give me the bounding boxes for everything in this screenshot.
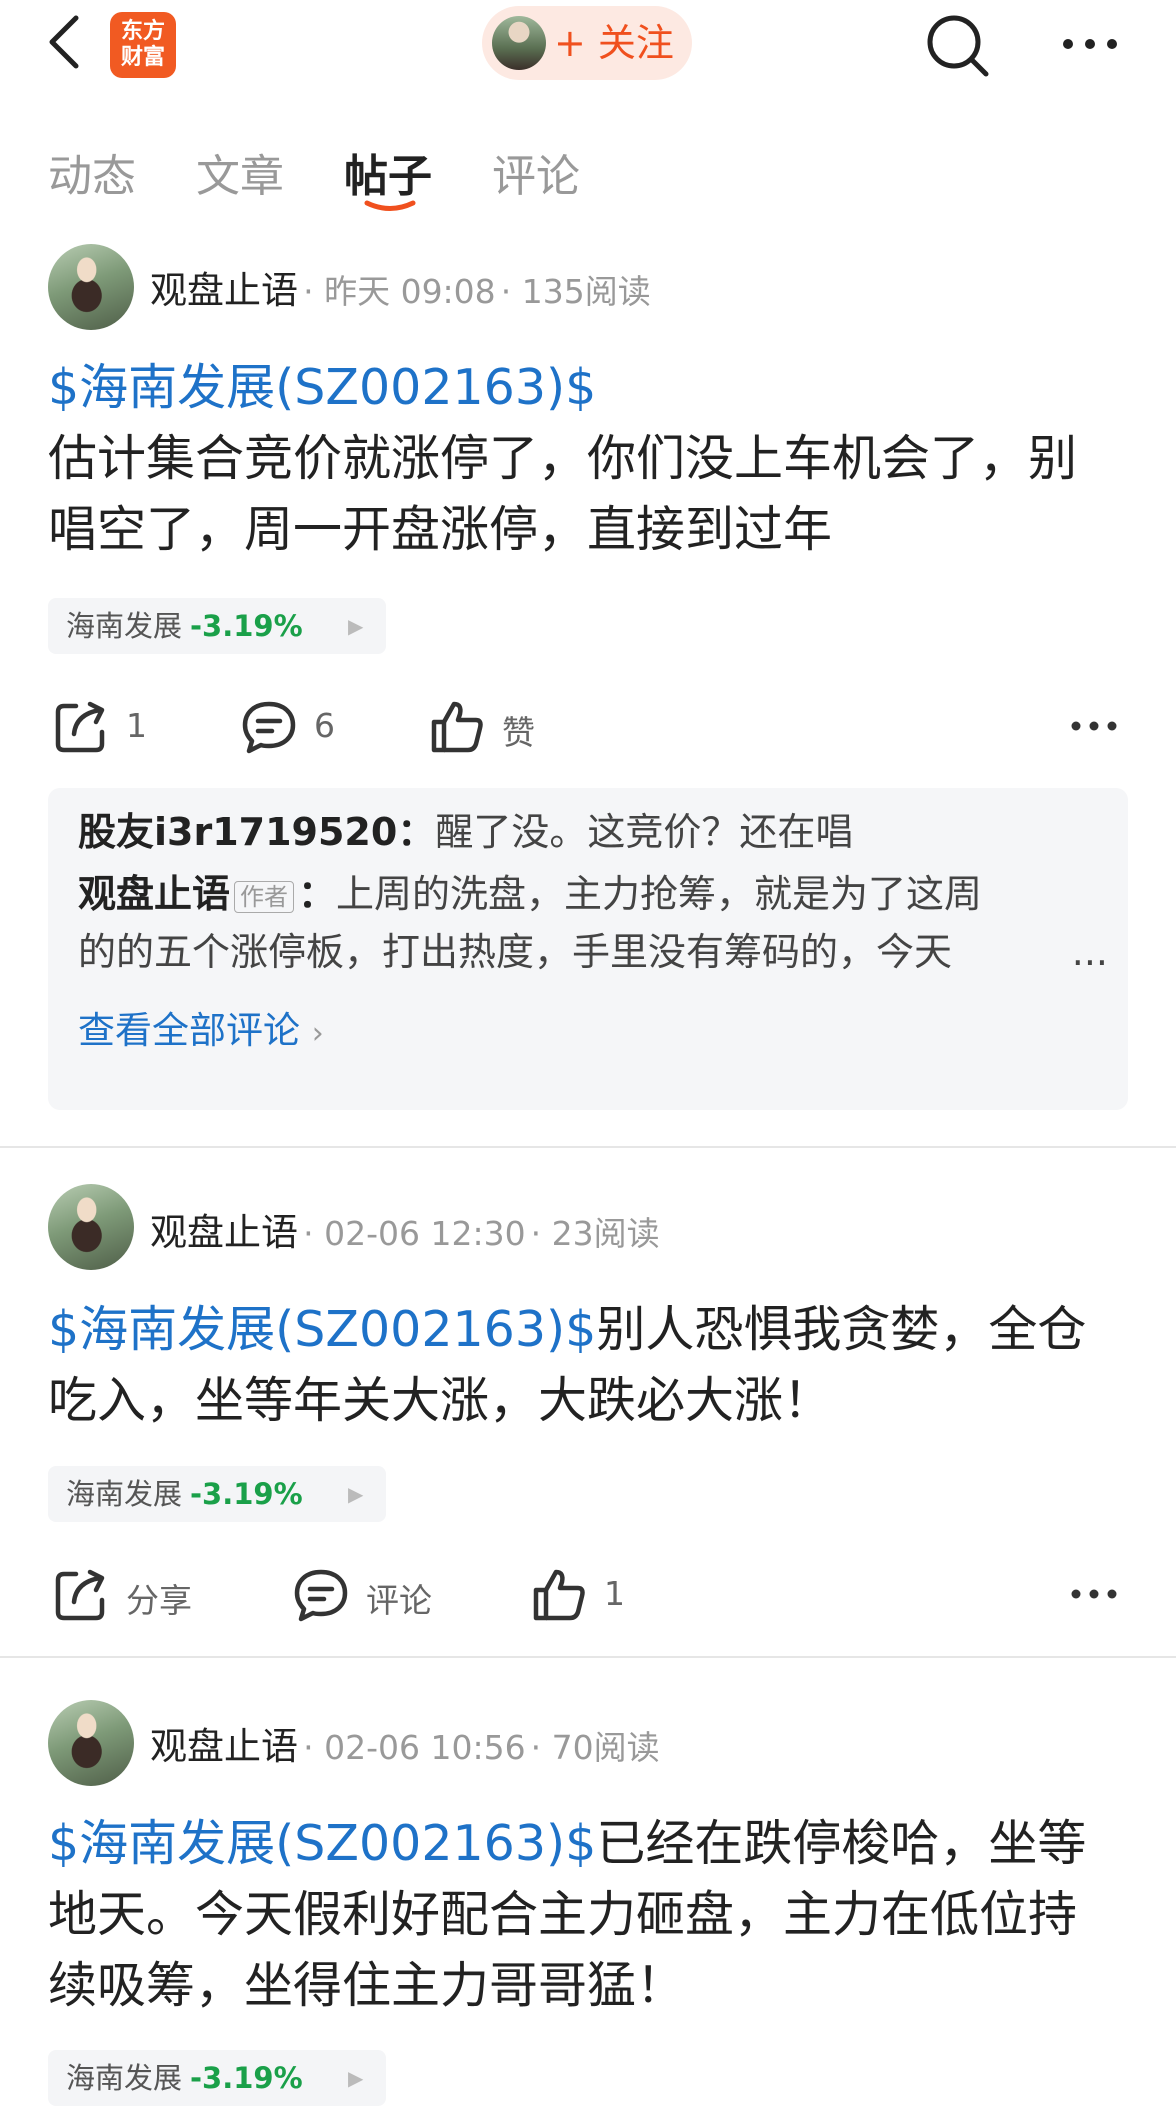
comment-button[interactable]: 6 xyxy=(240,692,360,762)
chip-change-pct: -3.19% xyxy=(190,609,303,643)
post-text-line: 地天。今天假利好配合主力砸盘，主力在低位持 xyxy=(48,1886,1078,1943)
post-text-line: 吃入，坐等年关大涨，大跌必大涨！ xyxy=(48,1372,833,1429)
author-name[interactable]: 观盘止语 xyxy=(150,269,298,312)
post-text: 别人恐惧我贪婪，全仓 xyxy=(596,1301,1087,1358)
back-icon[interactable] xyxy=(40,12,96,72)
comment-text: 上周的洗盘，主力抢筹，就是为了这周 xyxy=(336,872,983,916)
post-text: 已经在跌停梭哈，坐等 xyxy=(596,1815,1087,1872)
tab-articles[interactable]: 文章 xyxy=(196,140,284,204)
post-body[interactable]: $海南发展(SZ002163)$别人恐惧我贪婪，全仓 吃入，坐等年关大涨，大跌必… xyxy=(48,1294,1128,1436)
share-button[interactable]: 分享 xyxy=(52,1560,212,1630)
share-button[interactable]: 1 xyxy=(52,692,172,762)
thumbs-up-icon xyxy=(533,1569,585,1621)
view-all-comments-link[interactable]: 查看全部评论 › xyxy=(78,1000,324,1054)
comment-icon xyxy=(242,701,296,754)
logo-text-2: 财富 xyxy=(120,45,165,70)
search-icon[interactable] xyxy=(922,10,994,82)
comment-continuation: 的的五个涨停板，打出热度，手里没有筹码的，今天 ... xyxy=(78,924,1108,980)
read-count: 70阅读 xyxy=(551,1728,660,1767)
chip-arrow-icon: ▶ xyxy=(348,614,364,638)
post-text-line: 唱空了，周一开盘涨停，直接到过年 xyxy=(48,501,833,558)
ellipsis: ... xyxy=(1071,930,1108,974)
follow-button[interactable]: + 关注 xyxy=(482,6,692,80)
logo-text-1: 东方 xyxy=(120,19,165,44)
tab-posts[interactable]: 帖子 xyxy=(344,140,432,204)
commenter-name[interactable]: 股友i3r1719520 xyxy=(78,810,397,854)
share-count: 1 xyxy=(126,706,147,745)
like-button[interactable]: 赞 xyxy=(428,692,558,762)
thumbs-up-icon xyxy=(431,701,483,753)
tab-dynamics[interactable]: 动态 xyxy=(48,140,136,204)
author-name[interactable]: 观盘止语 xyxy=(150,1211,298,1254)
post-time: 02-06 10:56 xyxy=(324,1728,526,1767)
avatar[interactable] xyxy=(48,1700,134,1786)
action-bar: 1 6 赞 xyxy=(0,692,1176,762)
stock-chip[interactable]: 海南发展 -3.19% ▶ xyxy=(48,598,386,654)
post-time: 昨天 09:08 xyxy=(324,272,496,311)
author-name[interactable]: 观盘止语 xyxy=(150,1725,298,1768)
stock-chip[interactable]: 海南发展 -3.19% ▶ xyxy=(48,1466,386,1522)
post-time: 02-06 12:30 xyxy=(324,1214,526,1253)
post-body[interactable]: $海南发展(SZ002163)$ 估计集合竞价就涨停了，你们没上车机会了，别 唱… xyxy=(48,352,1128,565)
comment-count: 6 xyxy=(314,706,335,745)
avatar[interactable] xyxy=(48,1184,134,1270)
active-tab-indicator xyxy=(364,200,416,211)
comment-preview[interactable]: 股友i3r1719520：醒了没。这竞价？还在唱 观盘止语 作者 ：上周的洗盘，主力… xyxy=(48,788,1128,1110)
tab-comments[interactable]: 评论 xyxy=(492,140,580,204)
view-all-label: 查看全部评论 xyxy=(78,1009,300,1052)
commenter-name[interactable]: 观盘止语 xyxy=(78,872,230,916)
stock-link[interactable]: $海南发展(SZ002163)$ xyxy=(48,359,596,416)
post-card[interactable]: 观盘止语 · 02-06 12:30 · 23阅读 $海南发展(SZ002163… xyxy=(0,1180,1176,1640)
post-text-line: 估计集合竞价就涨停了，你们没上车机会了，别 xyxy=(48,430,1078,487)
like-label: 赞 xyxy=(502,713,535,752)
comment-text: 的的五个涨停板，打出热度，手里没有筹码的，今天 xyxy=(78,930,953,974)
author-tag: 作者 xyxy=(234,880,295,913)
post-more-icon[interactable] xyxy=(1070,1582,1118,1606)
action-bar: 分享 评论 1 xyxy=(0,1560,1176,1630)
post-meta: 观盘止语 · 昨天 09:08 · 135阅读 xyxy=(150,269,651,312)
chip-change-pct: -3.19% xyxy=(190,1477,303,1511)
chip-arrow-icon: ▶ xyxy=(348,2066,364,2090)
divider xyxy=(0,1656,1176,1658)
like-button[interactable]: 1 xyxy=(530,1560,660,1630)
like-count: 1 xyxy=(604,1574,625,1613)
comment-icon xyxy=(294,1569,348,1622)
stock-link[interactable]: $海南发展(SZ002163)$ xyxy=(48,1815,596,1872)
chip-arrow-icon: ▶ xyxy=(348,1482,364,1506)
separator: ： xyxy=(397,810,436,854)
avatar[interactable] xyxy=(48,244,134,330)
comment-item[interactable]: 观盘止语 作者 ：上周的洗盘，主力抢筹，就是为了这周 xyxy=(78,866,982,922)
post-meta: 观盘止语 · 02-06 10:56 · 70阅读 xyxy=(150,1725,660,1768)
app-logo[interactable]: 东方 财富 xyxy=(110,12,176,78)
chip-change-pct: -3.19% xyxy=(190,2061,303,2095)
stock-chip[interactable]: 海南发展 -3.19% ▶ xyxy=(48,2050,386,2106)
share-icon xyxy=(55,701,105,753)
post-card[interactable]: 观盘止语 · 昨天 09:08 · 135阅读 $海南发展(SZ002163)$… xyxy=(0,240,1176,1140)
read-count: 23阅读 xyxy=(551,1214,660,1253)
top-bar: 东方 财富 + 关注 xyxy=(0,0,1176,90)
comment-text: 醒了没。这竞价？还在唱 xyxy=(435,810,854,854)
more-icon[interactable] xyxy=(1058,24,1122,64)
share-label: 分享 xyxy=(126,1581,192,1620)
comment-button[interactable]: 评论 xyxy=(292,1560,452,1630)
stock-link[interactable]: $海南发展(SZ002163)$ xyxy=(48,1301,596,1358)
post-card[interactable]: 观盘止语 · 02-06 10:56 · 70阅读 $海南发展(SZ002163… xyxy=(0,1692,1176,2121)
divider xyxy=(0,1146,1176,1148)
chip-stock-name: 海南发展 xyxy=(66,1477,183,1511)
tab-bar: 动态 文章 帖子 评论 xyxy=(0,130,1176,220)
post-more-icon[interactable] xyxy=(1070,714,1118,738)
share-icon xyxy=(55,1569,105,1621)
chip-stock-name: 海南发展 xyxy=(66,2061,183,2095)
chip-stock-name: 海南发展 xyxy=(66,609,183,643)
follow-label: + 关注 xyxy=(554,21,674,65)
post-body[interactable]: $海南发展(SZ002163)$已经在跌停梭哈，坐等 地天。今天假利好配合主力砸… xyxy=(48,1808,1128,2021)
read-count: 135阅读 xyxy=(521,272,651,311)
post-meta: 观盘止语 · 02-06 12:30 · 23阅读 xyxy=(150,1211,660,1254)
post-text-line: 续吸筹，坐得住主力哥哥猛！ xyxy=(48,1957,686,2014)
separator: ： xyxy=(298,872,337,916)
comment-item[interactable]: 股友i3r1719520：醒了没。这竞价？还在唱 xyxy=(78,804,853,860)
comment-label: 评论 xyxy=(366,1581,432,1620)
author-avatar-mini xyxy=(492,16,546,70)
chevron-right-icon: › xyxy=(311,1016,324,1051)
